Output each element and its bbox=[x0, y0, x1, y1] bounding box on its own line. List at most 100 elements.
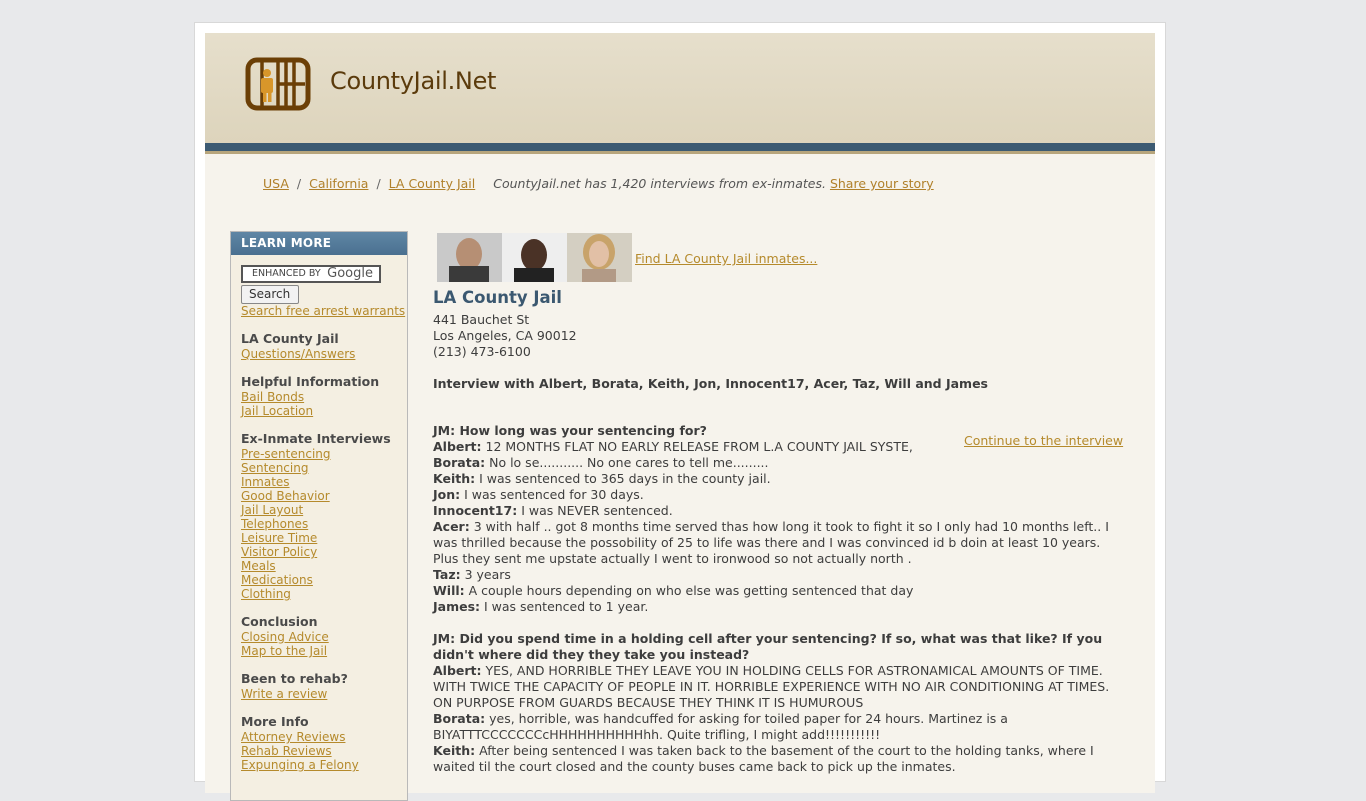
interview-answer: Keith: After being sentenced I was taken… bbox=[433, 743, 1125, 775]
answer-text: I was sentenced to 365 days in the count… bbox=[479, 471, 771, 486]
search-input[interactable]: ENHANCED BY Google bbox=[241, 265, 381, 283]
interview-count-text: CountyJail.net has 1,420 interviews from… bbox=[493, 176, 826, 191]
answer-speaker: Innocent17: bbox=[433, 503, 518, 518]
search-brand-text: ENHANCED BY bbox=[252, 268, 321, 279]
interview-question: JM: How long was your sentencing for? bbox=[433, 423, 707, 438]
answer-text: No lo se........... No one cares to tell… bbox=[489, 455, 769, 470]
sidebar-group-title: Been to rehab? bbox=[241, 671, 348, 686]
interview-answer: Albert: YES, AND HORRIBLE THEY LEAVE YOU… bbox=[433, 663, 1125, 711]
answer-speaker: Borata: bbox=[433, 711, 486, 726]
interview-count-note: CountyJail.net has 1,420 interviews from… bbox=[493, 176, 933, 191]
jail-address: 441 Bauchet St Los Angeles, CA 90012 (21… bbox=[433, 312, 577, 360]
answer-speaker: Keith: bbox=[433, 743, 476, 758]
breadcrumb-separator: / bbox=[376, 176, 381, 191]
sidebar-link-good-behavior[interactable]: Good Behavior bbox=[241, 489, 407, 503]
sidebar-group-title: LA County Jail bbox=[241, 331, 339, 346]
sidebar-group-title: More Info bbox=[241, 714, 309, 729]
answer-text: yes, horrible, was handcuffed for asking… bbox=[433, 711, 1008, 742]
sidebar-link-jail-layout[interactable]: Jail Layout bbox=[241, 503, 407, 517]
interview-answer: Will: A couple hours depending on who el… bbox=[433, 583, 1125, 599]
interview-answer: Jon: I was sentenced for 30 days. bbox=[433, 487, 1125, 503]
answer-speaker: James: bbox=[433, 599, 481, 614]
sidebar-link-visitor-policy[interactable]: Visitor Policy bbox=[241, 545, 407, 559]
site-header: CountyJail.Net bbox=[205, 33, 1155, 143]
breadcrumb: USA / California / LA County Jail CountyJail… bbox=[263, 176, 934, 191]
interview-heading: Interview with Albert, Borata, Keith, Jo… bbox=[433, 376, 988, 391]
share-story-link[interactable]: Share your story bbox=[830, 176, 934, 191]
interview-answer: Albert: 12 MONTHS FLAT NO EARLY RELEASE … bbox=[433, 439, 1125, 455]
sidebar-group-title: Conclusion bbox=[241, 614, 318, 629]
sidebar-group-conclusion: Conclusion Closing Advice Map to the Jai… bbox=[241, 614, 407, 658]
answer-speaker: Borata: bbox=[433, 455, 486, 470]
sidebar-group-more-info: More Info Attorney Reviews Rehab Reviews… bbox=[241, 714, 407, 772]
answer-speaker: Taz: bbox=[433, 567, 461, 582]
address-street: 441 Bauchet St bbox=[433, 312, 530, 327]
sidebar-link-inmates[interactable]: Inmates bbox=[241, 475, 407, 489]
inmate-mugshots-image[interactable] bbox=[437, 233, 632, 282]
answer-text: 12 MONTHS FLAT NO EARLY RELEASE FROM L.A… bbox=[485, 439, 913, 454]
sidebar-link-leisure-time[interactable]: Leisure Time bbox=[241, 531, 407, 545]
interview-answer: Acer: 3 with half .. got 8 months time s… bbox=[433, 519, 1125, 567]
breadcrumb-separator: / bbox=[296, 176, 302, 191]
sidebar-group-helpful-info: Helpful Information Bail Bonds Jail Loca… bbox=[241, 374, 407, 418]
page-content: CountyJail.Net USA / California / LA County … bbox=[205, 33, 1155, 801]
interview-answer: Borata: No lo se........... No one cares… bbox=[433, 455, 1125, 471]
sidebar-group-rehab: Been to rehab? Write a review bbox=[241, 671, 407, 701]
interview-answer: James: I was sentenced to 1 year. bbox=[433, 599, 1125, 615]
address-city: Los Angeles, CA 90012 bbox=[433, 328, 577, 343]
sidebar-link-rehab-reviews[interactable]: Rehab Reviews bbox=[241, 744, 407, 758]
answer-text: After being sentenced I was taken back t… bbox=[433, 743, 1094, 774]
answer-speaker: Albert: bbox=[433, 663, 482, 678]
answer-text: I was sentenced for 30 days. bbox=[464, 487, 644, 502]
sidebar-link-write-review[interactable]: Write a review bbox=[241, 687, 407, 701]
sidebar-link-bail-bonds[interactable]: Bail Bonds bbox=[241, 390, 407, 404]
sidebar-link-attorney-reviews[interactable]: Attorney Reviews bbox=[241, 730, 407, 744]
sidebar-header: LEARN MORE bbox=[231, 232, 407, 255]
breadcrumb-california[interactable]: California bbox=[309, 176, 368, 191]
interview-answer: Taz: 3 years bbox=[433, 567, 1125, 583]
sidebar-group-la-county-jail: LA County Jail Questions/Answers bbox=[241, 331, 407, 361]
answer-text: I was sentenced to 1 year. bbox=[484, 599, 649, 614]
header-divider-accent bbox=[205, 151, 1155, 154]
header-divider bbox=[205, 143, 1155, 151]
sidebar-link-pre-sentencing[interactable]: Pre-sentencing bbox=[241, 447, 407, 461]
google-logo: Google bbox=[327, 266, 373, 281]
sidebar-link-expunging-felony[interactable]: Expunging a Felony bbox=[241, 758, 407, 772]
sidebar-link-questions-answers[interactable]: Questions/Answers bbox=[241, 347, 407, 361]
sidebar-group-title: Ex-Inmate Interviews bbox=[241, 431, 391, 446]
sidebar-group-ex-inmate-interviews: Ex-Inmate Interviews Pre-sentencing Sent… bbox=[241, 431, 407, 601]
sidebar-link-meals[interactable]: Meals bbox=[241, 559, 407, 573]
page-title: LA County Jail bbox=[433, 288, 562, 307]
answer-speaker: Jon: bbox=[433, 487, 461, 502]
interview-answer: Borata: yes, horrible, was handcuffed fo… bbox=[433, 711, 1125, 743]
interview-answer: Innocent17: I was NEVER sentenced. bbox=[433, 503, 1125, 519]
jail-logo-icon[interactable] bbox=[245, 57, 311, 111]
arrest-warrants-link[interactable]: Search free arrest warrants bbox=[241, 304, 407, 318]
sidebar-link-closing-advice[interactable]: Closing Advice bbox=[241, 630, 407, 644]
interview-question: JM: Did you spend time in a holding cell… bbox=[433, 631, 1103, 662]
sidebar-link-map-to-jail[interactable]: Map to the Jail bbox=[241, 644, 407, 658]
breadcrumb-usa[interactable]: USA bbox=[263, 176, 289, 191]
answer-text: 3 years bbox=[464, 567, 511, 582]
answer-text: A couple hours depending on who else was… bbox=[468, 583, 914, 598]
sidebar-group-title: Helpful Information bbox=[241, 374, 380, 389]
answer-text: I was NEVER sentenced. bbox=[521, 503, 673, 518]
interview-answer: Keith: I was sentenced to 365 days in th… bbox=[433, 471, 1125, 487]
answer-text: 3 with half .. got 8 months time served … bbox=[433, 519, 1109, 566]
site-name[interactable]: CountyJail.Net bbox=[330, 67, 496, 95]
learn-more-sidebar: LEARN MORE ENHANCED BY Google Search Sear… bbox=[230, 231, 408, 801]
answer-text: YES, AND HORRIBLE THEY LEAVE YOU IN HOLD… bbox=[433, 663, 1110, 710]
address-phone: (213) 473-6100 bbox=[433, 344, 531, 359]
sidebar-link-telephones[interactable]: Telephones bbox=[241, 517, 407, 531]
answer-speaker: Will: bbox=[433, 583, 465, 598]
breadcrumb-la-county-jail[interactable]: LA County Jail bbox=[389, 176, 476, 191]
search-button[interactable]: Search bbox=[241, 285, 299, 304]
find-inmates-link[interactable]: Find LA County Jail inmates... bbox=[635, 251, 817, 266]
sidebar-link-medications[interactable]: Medications bbox=[241, 573, 407, 587]
page-frame: CountyJail.Net USA / California / LA County … bbox=[194, 22, 1166, 801]
sidebar-link-clothing[interactable]: Clothing bbox=[241, 587, 407, 601]
sidebar-link-sentencing[interactable]: Sentencing bbox=[241, 461, 407, 475]
interview-qa: JM: How long was your sentencing for? Al… bbox=[433, 423, 1125, 775]
sidebar-link-jail-location[interactable]: Jail Location bbox=[241, 404, 407, 418]
